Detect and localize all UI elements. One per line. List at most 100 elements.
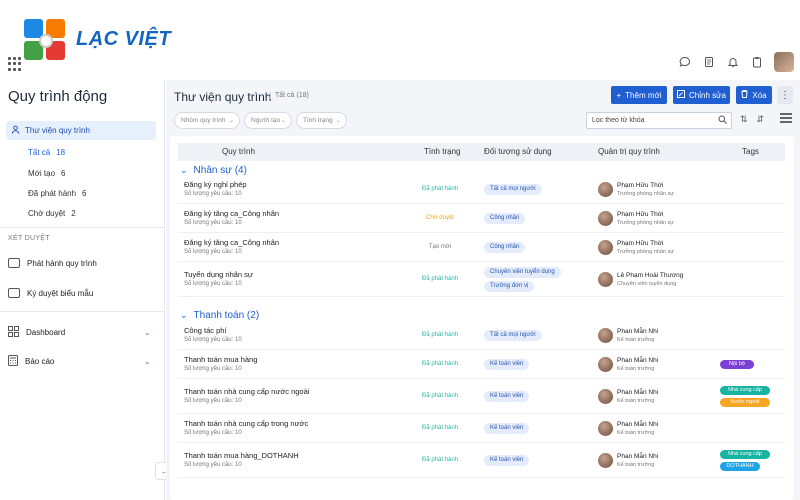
sort-controls: ⇅ ⇵ xyxy=(740,114,764,125)
user-avatar[interactable] xyxy=(774,52,794,72)
sidebar-item-process-library[interactable]: Thư viện quy trình xyxy=(6,121,156,140)
table-row[interactable]: Đăng ký nghỉ phép Số lượng yêu cầu: 10 Đã … xyxy=(178,175,785,204)
chat-icon[interactable] xyxy=(678,55,692,69)
request-count: Số lượng yêu cầu: 10 xyxy=(184,461,242,468)
admin-info: Phạm Hữu Thời Trưởng phòng nhân sự xyxy=(617,182,674,198)
edit-button[interactable]: Chỉnh sửa xyxy=(673,86,730,104)
filter-process-group[interactable]: Nhóm quy trình ⌄ xyxy=(174,112,240,129)
table-row[interactable]: Đăng ký tăng ca_Công nhân Số lượng yêu cầ… xyxy=(178,233,785,262)
admin-role: Kế toán trưởng xyxy=(617,365,655,372)
admin-role: Chuyên viên tuyển dụng xyxy=(617,280,677,287)
col-process: Quy trình xyxy=(222,147,255,156)
clipboard-icon[interactable] xyxy=(750,55,764,69)
apps-grid-icon[interactable] xyxy=(8,57,22,71)
admin-role: Trưởng phòng nhân sự xyxy=(617,219,674,226)
top-bar: LẠC VIỆT xyxy=(0,0,800,80)
sort-desc-icon[interactable]: ⇵ xyxy=(757,114,765,125)
chevron-down-icon: ⌄ xyxy=(280,118,286,124)
filter-status[interactable]: Tình trạng ⌄ xyxy=(296,112,347,129)
calculator-icon xyxy=(8,355,18,368)
avatar xyxy=(598,389,613,404)
avatar xyxy=(598,182,613,197)
process-table: Quy trình Tình trạng Đối tượng sử dụng Q… xyxy=(170,136,794,500)
sidebar-subitem-new[interactable]: Mới tạo 6 xyxy=(28,169,65,178)
request-count: Số lượng yêu cầu: 10 xyxy=(184,365,242,372)
request-count: Số lượng yêu cầu: 10 xyxy=(184,280,242,287)
admin-name: Phan Mẫn Nhi xyxy=(617,452,659,460)
sidebar-subitem-published[interactable]: Đã phát hành 6 xyxy=(28,189,87,198)
stack-icon xyxy=(8,258,20,268)
main-content: Thư viện quy trình Tất cả (18) + Thêm mới… xyxy=(166,80,800,500)
delete-button[interactable]: Xóa xyxy=(736,86,772,104)
filter-creator[interactable]: Người tạo ⌄ xyxy=(244,112,292,129)
status-label: Đã phát hành xyxy=(421,456,459,463)
group-header[interactable]: ⌄ Thanh toán (2) xyxy=(180,310,259,321)
audience-chip: Trưởng đơn vị xyxy=(484,280,535,292)
status-label: Đã phát hành xyxy=(421,185,459,192)
admin-info: Lê Phạm Hoài Thương Chuyên viên tuyển dụn… xyxy=(617,272,683,288)
more-options-icon[interactable]: ⋮ xyxy=(777,86,793,104)
divider xyxy=(0,227,165,228)
admin-info: Phan Mẫn Nhi Kế toán trưởng xyxy=(617,357,658,373)
admin-role: Kế toán trưởng xyxy=(617,461,655,468)
sort-icon[interactable]: ⇅ xyxy=(740,114,748,125)
audience-chip: Tất cả mọi người xyxy=(484,329,542,341)
admin-role: Trưởng phòng nhân sự xyxy=(617,190,674,197)
chevron-down-icon: ⌄ xyxy=(228,118,234,124)
bell-icon[interactable] xyxy=(726,55,740,69)
process-name: Đăng ký tăng ca_Công nhân xyxy=(184,237,280,247)
sidebar: Quy trình động Thư viện quy trình Tất cả… xyxy=(0,80,165,500)
sidebar-item-sign-forms[interactable]: Ký duyệt biểu mẫu xyxy=(8,288,93,298)
tag-badge[interactable]: Nước ngoài xyxy=(720,397,770,407)
page-subtitle-count: Tất cả (18) xyxy=(270,92,309,99)
table-row[interactable]: Tuyển dụng nhân sự Số lượng yêu cầu: 10 Đã… xyxy=(178,262,785,297)
tag-badge[interactable]: Nhà cung cấp xyxy=(720,385,770,395)
divider xyxy=(0,311,165,312)
table-row[interactable]: Thanh toán mua hàng Số lượng yêu cầu: 10 Đ… xyxy=(178,350,785,379)
admin-info: Phan Mẫn Nhi Kế toán trưởng xyxy=(617,389,658,405)
table-row[interactable]: Đăng ký tăng ca_Công nhân Số lượng yêu cầ… xyxy=(178,204,785,233)
status-label: Đã phát hành xyxy=(421,275,459,282)
sidebar-title: Quy trình động xyxy=(8,88,108,105)
admin-role: Kế toán trưởng xyxy=(617,397,655,404)
tag-badge[interactable]: DOTHANH xyxy=(720,461,760,471)
sidebar-item-label: Thư viện quy trình xyxy=(25,126,90,135)
page-title: Thư viện quy trình xyxy=(174,90,272,104)
tag-badge[interactable]: Nhà cung cấp xyxy=(720,449,770,459)
table-row[interactable]: Công tác phí Số lượng yêu cầu: 10 Đã phát … xyxy=(178,321,785,350)
request-count: Số lượng yêu cầu: 10 xyxy=(184,429,242,436)
sidebar-item-reports[interactable]: Báo cáo ⌄ xyxy=(8,355,158,368)
admin-name: Phan Mẫn Nhi xyxy=(617,388,659,396)
process-admin: Phạm Hữu Thời Trưởng phòng nhân sự xyxy=(598,211,674,227)
audience-chip: Công nhân xyxy=(484,212,526,224)
audience-chip: Kế toán viên xyxy=(484,454,530,466)
sidebar-subitem-pending[interactable]: Chờ duyệt 2 xyxy=(28,209,76,218)
process-name: Thanh toán nhà cung cấp nước ngoài xyxy=(184,386,310,396)
list-view-icon[interactable] xyxy=(780,113,792,125)
table-row[interactable]: Thanh toán nhà cung cấp nước ngoài Số lượ… xyxy=(178,379,785,414)
avatar xyxy=(598,328,613,343)
audience-chip: Chuyên viên tuyển dụng xyxy=(484,266,561,278)
request-count: Số lượng yêu cầu: 10 xyxy=(184,190,242,197)
admin-name: Phan Mẫn Nhi xyxy=(617,327,659,335)
col-tags: Tags xyxy=(742,147,759,156)
sidebar-subitem-all[interactable]: Tất cả 18 xyxy=(28,148,65,157)
sidebar-item-publish-process[interactable]: Phát hành quy trình xyxy=(8,258,97,268)
process-admin: Phan Mẫn Nhi Kế toán trưởng xyxy=(598,357,658,373)
process-admin: Phan Mẫn Nhi Kế toán trưởng xyxy=(598,389,658,405)
table-row[interactable]: Thanh toán mua hàng_DOTHANH Số lượng yêu … xyxy=(178,443,785,478)
sidebar-item-dashboard[interactable]: Dashboard ⌄ xyxy=(8,326,158,339)
search-input[interactable]: Lọc theo từ khóa xyxy=(586,112,732,129)
admin-name: Phạm Hữu Thời xyxy=(617,239,664,247)
admin-name: Phạm Hữu Thời xyxy=(617,210,664,218)
table-row[interactable]: Thanh toán nhà cung cấp trong nước Số lượ… xyxy=(178,414,785,443)
avatar xyxy=(598,421,613,436)
admin-info: Phạm Hữu Thời Trưởng phòng nhân sự xyxy=(617,240,674,256)
admin-name: Phạm Hữu Thời xyxy=(617,181,664,189)
add-new-button[interactable]: + Thêm mới xyxy=(611,86,667,104)
user-icon xyxy=(11,125,21,136)
process-name: Thanh toán mua hàng xyxy=(184,354,258,364)
table-header: Quy trình Tình trạng Đối tượng sử dụng Q… xyxy=(178,143,785,161)
tag-badge[interactable]: Nội bộ xyxy=(720,359,754,369)
document-icon[interactable] xyxy=(702,55,716,69)
